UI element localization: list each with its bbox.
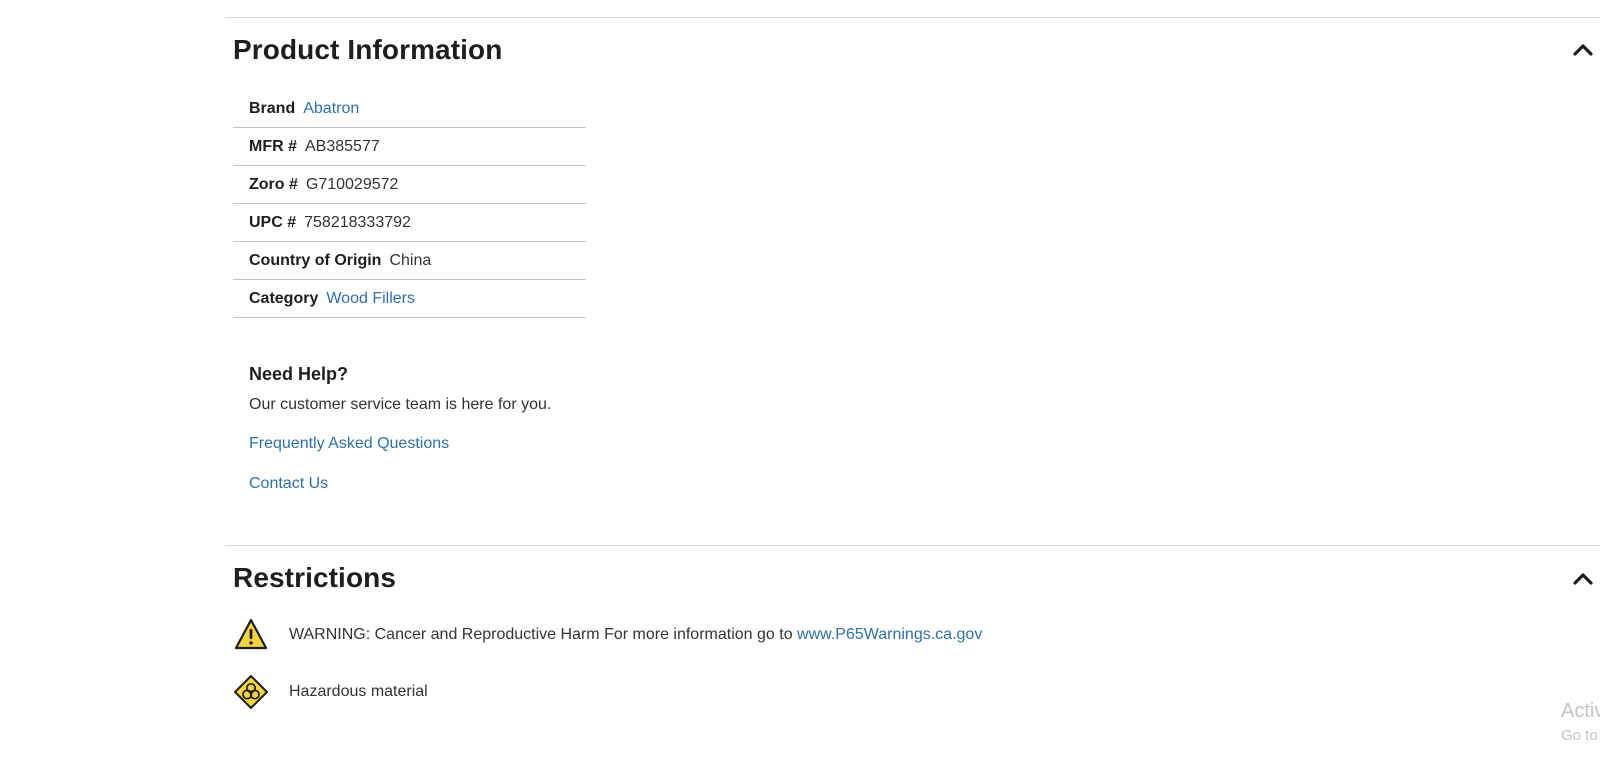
biohazard-icon <box>234 675 268 709</box>
need-help-title: Need Help? <box>249 364 349 384</box>
spec-row-mfr: MFR # AB385577 <box>233 128 586 166</box>
spec-row-brand: Brand Abatron <box>233 90 586 128</box>
spec-label: UPC # <box>249 213 297 231</box>
spec-value: AB385577 <box>305 137 380 155</box>
spec-value: China <box>389 251 432 269</box>
restrictions-divider <box>225 545 1600 546</box>
help-text: Our customer service team is here for yo… <box>249 396 552 413</box>
chevron-up-icon[interactable] <box>1572 571 1594 585</box>
warning-text: WARNING: Cancer and Reproductive Harm Fo… <box>289 626 793 643</box>
product-spec-table: Brand Abatron MFR # AB385577 Zoro # G710… <box>233 90 586 318</box>
spec-row-country: Country of Origin China <box>233 242 586 280</box>
spec-label: Category <box>249 289 319 307</box>
restrictions-title: Restrictions <box>233 562 397 593</box>
hazardous-material-text: Hazardous material <box>289 683 428 700</box>
brand-link[interactable]: Abatron <box>303 100 359 118</box>
spec-row-category: Category Wood Fillers <box>233 280 586 318</box>
spec-row-zoro: Zoro # G710029572 <box>233 166 586 204</box>
hazardous-material: Hazardous material <box>233 674 428 710</box>
warning-triangle-icon <box>234 618 268 650</box>
spec-value: G710029572 <box>305 175 399 193</box>
contact-us-link[interactable]: Contact Us <box>249 475 328 493</box>
spec-label: Brand <box>249 99 296 117</box>
prop65-warning: WARNING: Cancer and Reproductive Harm Fo… <box>233 617 982 653</box>
activation-watermark-line2: Go to <box>1561 727 1598 744</box>
faq-link[interactable]: Frequently Asked Questions <box>249 435 449 453</box>
spec-label: Zoro # <box>249 175 298 193</box>
spec-label: MFR # <box>249 137 297 155</box>
spec-value: 758218333792 <box>304 213 411 231</box>
chevron-up-icon[interactable] <box>1572 42 1594 56</box>
top-divider <box>225 17 1600 18</box>
p65-warnings-link[interactable]: www.P65Warnings.ca.gov <box>797 626 982 644</box>
spec-label: Country of Origin <box>249 251 382 269</box>
product-information-title: Product Information <box>233 34 503 65</box>
activation-watermark-line1: Activ <box>1561 700 1600 722</box>
spec-row-upc: UPC # 758218333792 <box>233 204 586 242</box>
need-help-panel: Need Help? Our customer service team is … <box>249 364 551 492</box>
category-link[interactable]: Wood Fillers <box>326 290 415 308</box>
